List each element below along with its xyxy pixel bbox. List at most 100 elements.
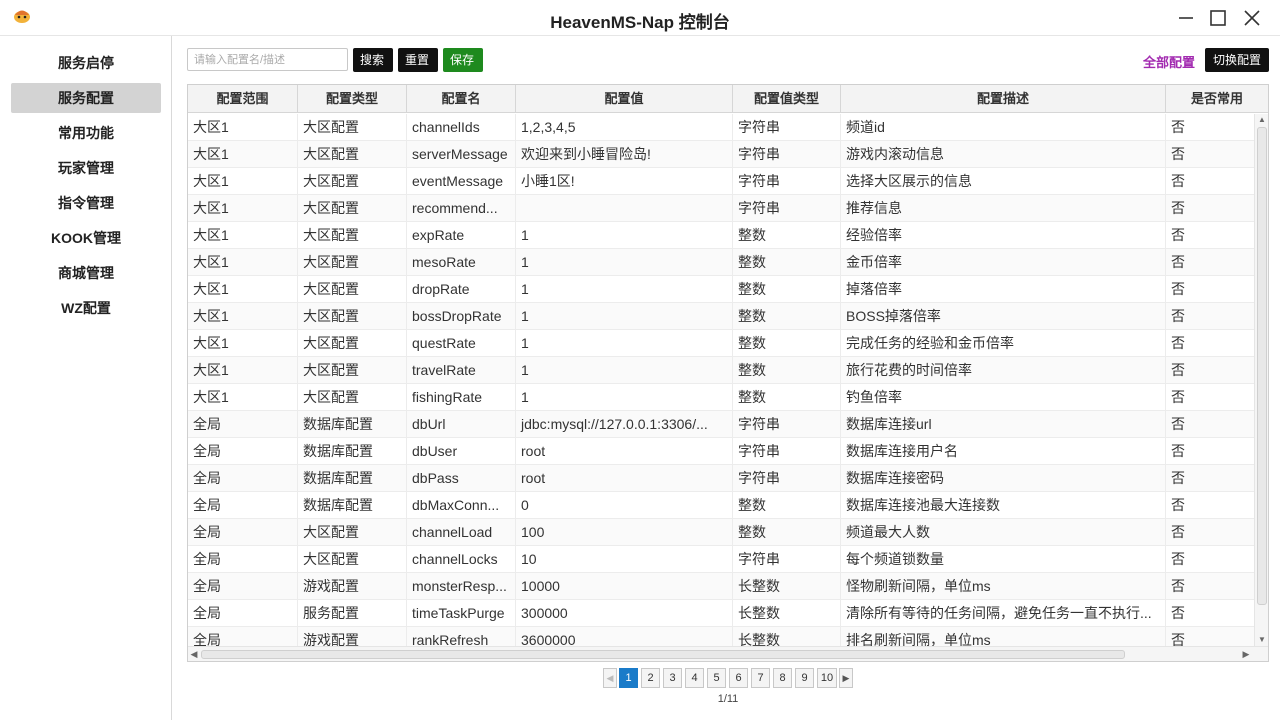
cell-description[interactable]: 数据库连接密码 <box>841 465 1166 492</box>
cell-scope[interactable]: 全局 <box>188 465 298 492</box>
cell-type[interactable]: 数据库配置 <box>298 465 407 492</box>
cell-common[interactable]: 否 <box>1166 627 1254 646</box>
cell-scope[interactable]: 全局 <box>188 438 298 465</box>
cell-name[interactable]: serverMessage <box>407 141 516 168</box>
sidebar-item-service-start-stop[interactable]: 服务启停 <box>11 48 161 78</box>
cell-common[interactable]: 否 <box>1166 114 1254 141</box>
cell-value[interactable]: 1 <box>516 276 733 303</box>
cell-scope[interactable]: 大区1 <box>188 114 298 141</box>
cell-common[interactable]: 否 <box>1166 276 1254 303</box>
cell-name[interactable]: dropRate <box>407 276 516 303</box>
cell-value-type[interactable]: 长整数 <box>733 600 841 627</box>
cell-name[interactable]: fishingRate <box>407 384 516 411</box>
cell-description[interactable]: 怪物刷新间隔，单位ms <box>841 573 1166 600</box>
page-button[interactable]: 8 <box>773 668 792 688</box>
cell-name[interactable]: bossDropRate <box>407 303 516 330</box>
cell-name[interactable]: eventMessage <box>407 168 516 195</box>
cell-common[interactable]: 否 <box>1166 600 1254 627</box>
page-button[interactable]: 5 <box>707 668 726 688</box>
cell-value[interactable]: 300000 <box>516 600 733 627</box>
cell-value-type[interactable]: 字符串 <box>733 114 841 141</box>
cell-value[interactable]: root <box>516 438 733 465</box>
next-page-icon[interactable]: ▶ <box>839 668 853 688</box>
column-header-description[interactable]: 配置描述 <box>841 85 1166 113</box>
vertical-scrollbar[interactable]: ▲ ▼ <box>1254 114 1268 646</box>
scroll-left-icon[interactable]: ◀ <box>188 647 200 661</box>
cell-description[interactable]: 游戏内滚动信息 <box>841 141 1166 168</box>
cell-scope[interactable]: 大区1 <box>188 330 298 357</box>
cell-description[interactable]: 清除所有等待的任务间隔，避免任务一直不执行... <box>841 600 1166 627</box>
cell-type[interactable]: 大区配置 <box>298 519 407 546</box>
page-button[interactable]: 7 <box>751 668 770 688</box>
cell-value[interactable]: 1 <box>516 222 733 249</box>
cell-value-type[interactable]: 长整数 <box>733 573 841 600</box>
cell-scope[interactable]: 大区1 <box>188 141 298 168</box>
cell-scope[interactable]: 大区1 <box>188 168 298 195</box>
cell-scope[interactable]: 大区1 <box>188 249 298 276</box>
cell-value[interactable]: 1 <box>516 384 733 411</box>
horizontal-scroll-thumb[interactable] <box>201 650 1125 659</box>
cell-value[interactable]: 1 <box>516 357 733 384</box>
cell-description[interactable]: 数据库连接url <box>841 411 1166 438</box>
cell-value-type[interactable]: 整数 <box>733 276 841 303</box>
cell-value[interactable]: root <box>516 465 733 492</box>
cell-scope[interactable]: 全局 <box>188 600 298 627</box>
cell-scope[interactable]: 大区1 <box>188 276 298 303</box>
cell-name[interactable]: dbUrl <box>407 411 516 438</box>
cell-description[interactable]: 每个频道锁数量 <box>841 546 1166 573</box>
cell-name[interactable]: dbUser <box>407 438 516 465</box>
cell-value-type[interactable]: 字符串 <box>733 141 841 168</box>
cell-value[interactable]: 100 <box>516 519 733 546</box>
cell-description[interactable]: BOSS掉落倍率 <box>841 303 1166 330</box>
cell-common[interactable]: 否 <box>1166 384 1254 411</box>
cell-value-type[interactable]: 字符串 <box>733 411 841 438</box>
column-header-scope[interactable]: 配置范围 <box>188 85 298 113</box>
all-config-link[interactable]: 全部配置 <box>1143 52 1195 71</box>
cell-name[interactable]: rankRefresh <box>407 627 516 646</box>
table-row[interactable]: 大区1 大区配置 channelIds 1,2,3,4,5 字符串 频道id 否 <box>188 114 1254 141</box>
table-row[interactable]: 全局 数据库配置 dbUser root 字符串 数据库连接用户名否 <box>188 438 1254 465</box>
cell-scope[interactable]: 全局 <box>188 519 298 546</box>
cell-name[interactable]: monsterResp... <box>407 573 516 600</box>
cell-common[interactable]: 否 <box>1166 573 1254 600</box>
table-row[interactable]: 大区1 大区配置 bossDropRate 1 整数 BOSS掉落倍率否 <box>188 303 1254 330</box>
prev-page-icon[interactable]: ◀ <box>603 668 617 688</box>
cell-type[interactable]: 服务配置 <box>298 600 407 627</box>
cell-name[interactable]: channelLocks <box>407 546 516 573</box>
table-row[interactable]: 全局 游戏配置 rankRefresh 3600000 长整数 排名刷新间隔，单位ms 否 <box>188 627 1254 646</box>
save-button[interactable]: 保存 <box>443 48 483 72</box>
page-button[interactable]: 4 <box>685 668 704 688</box>
cell-description[interactable]: 经验倍率 <box>841 222 1166 249</box>
cell-common[interactable]: 否 <box>1166 141 1254 168</box>
cell-type[interactable]: 大区配置 <box>298 303 407 330</box>
cell-type[interactable]: 大区配置 <box>298 141 407 168</box>
cell-value-type[interactable]: 整数 <box>733 249 841 276</box>
sidebar-item-player-management[interactable]: 玩家管理 <box>11 153 161 183</box>
table-row[interactable]: 大区1 大区配置 serverMessage 欢迎来到小睡冒险岛! 字符串 游戏内滚动信息… <box>188 141 1254 168</box>
cell-description[interactable]: 频道最大人数 <box>841 519 1166 546</box>
cell-description[interactable]: 选择大区展示的信息 <box>841 168 1166 195</box>
cell-description[interactable]: 数据库连接用户名 <box>841 438 1166 465</box>
cell-common[interactable]: 否 <box>1166 222 1254 249</box>
cell-description[interactable]: 排名刷新间隔，单位ms <box>841 627 1166 646</box>
cell-value[interactable]: 0 <box>516 492 733 519</box>
cell-value-type[interactable]: 长整数 <box>733 627 841 646</box>
switch-config-button[interactable]: 切换配置 <box>1205 48 1269 72</box>
cell-value-type[interactable]: 整数 <box>733 384 841 411</box>
cell-type[interactable]: 大区配置 <box>298 276 407 303</box>
search-input[interactable] <box>187 48 348 71</box>
table-row[interactable]: 大区1 大区配置 mesoRate 1 整数 金币倍率否 <box>188 249 1254 276</box>
cell-common[interactable]: 否 <box>1166 546 1254 573</box>
cell-value[interactable]: 欢迎来到小睡冒险岛! <box>516 141 733 168</box>
table-row[interactable]: 大区1 大区配置 recommend... 字符串 推荐信息否 <box>188 195 1254 222</box>
table-row[interactable]: 大区1 大区配置 eventMessage 小睡1区! 字符串 选择大区展示的信息否 <box>188 168 1254 195</box>
table-row[interactable]: 全局 大区配置 channelLoad 100 整数 频道最大人数否 <box>188 519 1254 546</box>
cell-value[interactable]: 小睡1区! <box>516 168 733 195</box>
cell-common[interactable]: 否 <box>1166 519 1254 546</box>
cell-scope[interactable]: 大区1 <box>188 222 298 249</box>
cell-value-type[interactable]: 整数 <box>733 330 841 357</box>
cell-description[interactable]: 完成任务的经验和金币倍率 <box>841 330 1166 357</box>
cell-description[interactable]: 旅行花费的时间倍率 <box>841 357 1166 384</box>
cell-name[interactable]: expRate <box>407 222 516 249</box>
cell-value-type[interactable]: 字符串 <box>733 546 841 573</box>
